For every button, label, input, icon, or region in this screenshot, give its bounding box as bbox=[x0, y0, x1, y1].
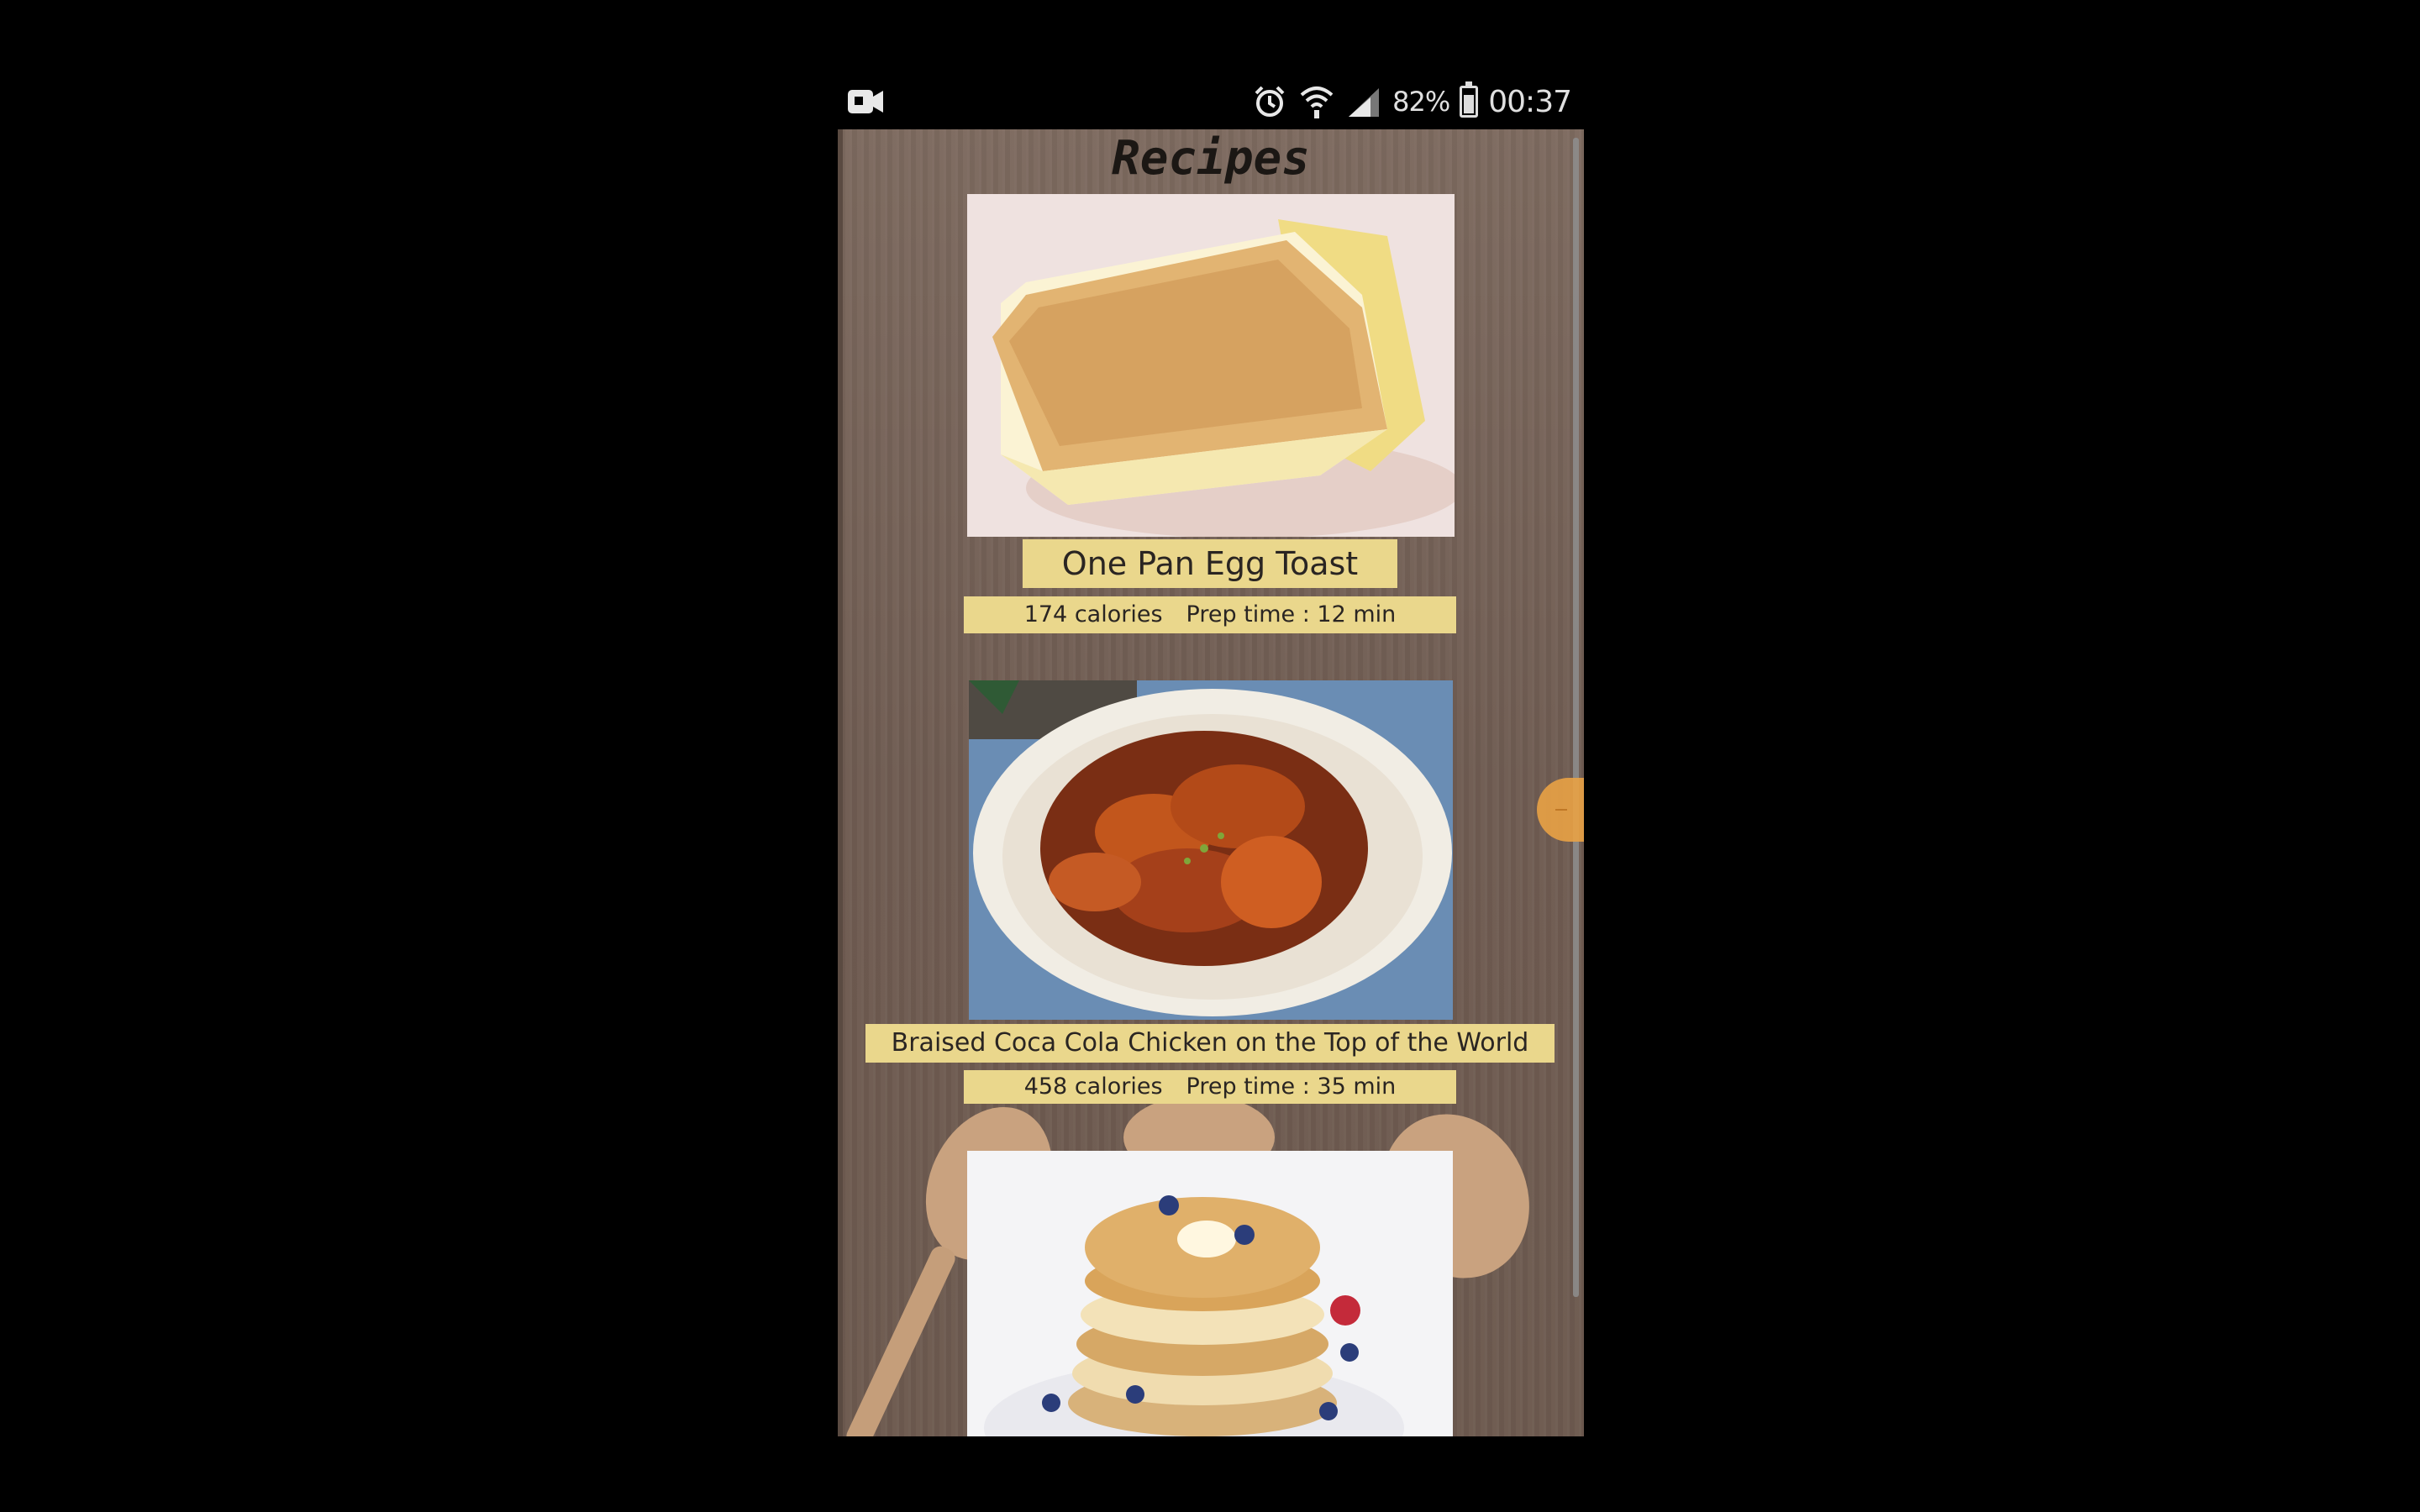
clock: 00:37 bbox=[1488, 84, 1572, 119]
coca-cola-chicken-photo bbox=[969, 680, 1453, 1020]
recipe-meta: 458 calories Prep time : 35 min bbox=[964, 1070, 1456, 1104]
recipe-prep-time: Prep time : 12 min bbox=[1186, 601, 1397, 627]
app-screen[interactable]: Recipes One Pan Egg Toast 174 calories Pr… bbox=[838, 129, 1584, 1436]
video-camera-icon bbox=[848, 90, 883, 113]
screen-edge bbox=[838, 129, 843, 1436]
status-bar: 82% 00:37 bbox=[838, 80, 1577, 123]
recipe-prep-time: Prep time : 35 min bbox=[1186, 1074, 1397, 1100]
battery-icon bbox=[1460, 81, 1479, 118]
recipe-image-egg-toast[interactable] bbox=[967, 194, 1455, 537]
recipe-image-coca-cola-chicken[interactable] bbox=[969, 680, 1453, 1020]
side-handle-button[interactable] bbox=[1537, 778, 1584, 842]
scrollbar[interactable] bbox=[1573, 138, 1579, 1297]
pancakes-photo bbox=[967, 1151, 1453, 1436]
recipe-calories: 458 calories bbox=[1023, 1074, 1163, 1100]
battery-level-fill bbox=[1464, 94, 1475, 113]
battery-percentage: 82% bbox=[1392, 86, 1450, 118]
recipe-meta: 174 calories Prep time : 12 min bbox=[964, 596, 1456, 633]
recipe-calories: 174 calories bbox=[1023, 601, 1163, 627]
signal-icon bbox=[1349, 88, 1380, 117]
recipe-name[interactable]: One Pan Egg Toast bbox=[1023, 539, 1397, 588]
spoon-handle-decoration bbox=[843, 1242, 959, 1436]
alarm-icon bbox=[1255, 86, 1285, 117]
page-title: Recipes bbox=[1111, 131, 1310, 186]
egg-toast-photo bbox=[967, 194, 1455, 537]
recipe-name[interactable]: Braised Coca Cola Chicken on the Top of … bbox=[865, 1024, 1555, 1063]
wifi-icon bbox=[1300, 87, 1334, 118]
recipe-image-pancakes[interactable] bbox=[967, 1151, 1453, 1436]
